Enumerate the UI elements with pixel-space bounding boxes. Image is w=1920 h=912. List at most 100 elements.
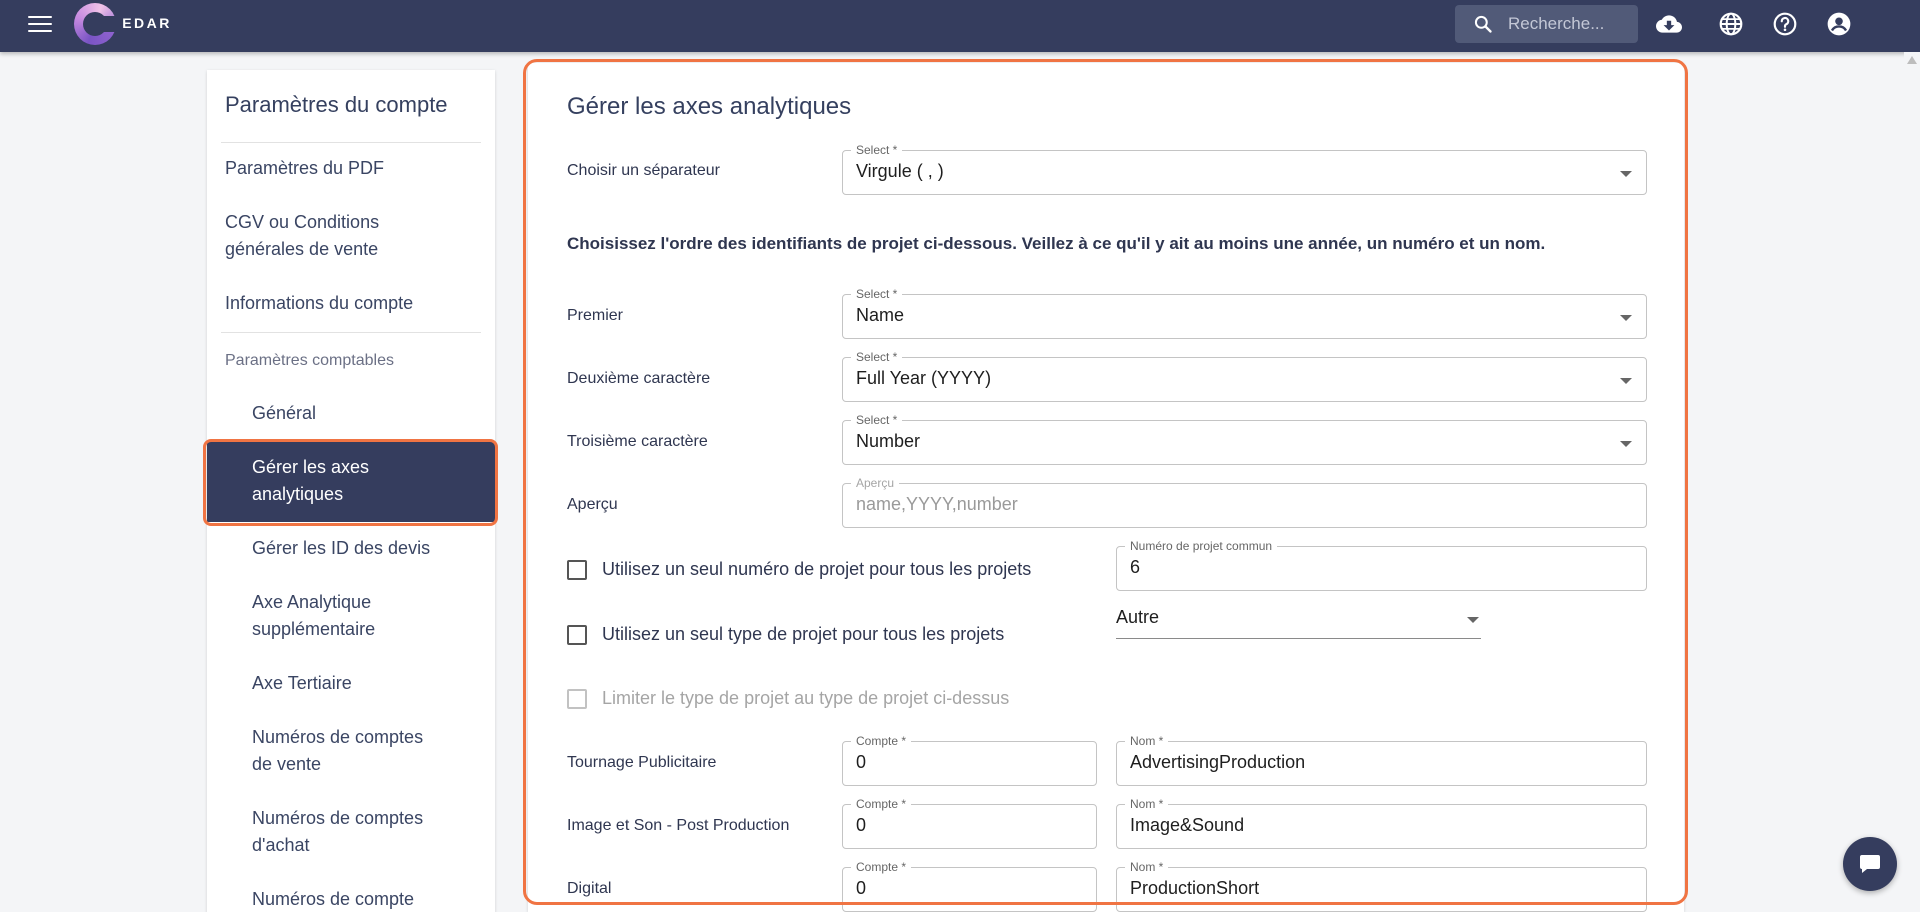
nav-item-label: Général (252, 403, 317, 423)
field-value: 0 (856, 878, 867, 898)
nom-input[interactable]: Nom * AdvertisingProduction (1116, 734, 1647, 786)
project-type-label: Tournage Publicitaire (567, 754, 717, 771)
nav-item-account-info[interactable]: Informations du compte (225, 290, 413, 317)
field-legend: Aperçu (851, 476, 900, 490)
chedar-logo-icon (74, 3, 120, 45)
globe-icon[interactable] (1718, 11, 1744, 37)
single-type-checkbox[interactable] (567, 625, 587, 645)
nav-item-cgv[interactable]: CGV ou Conditions générales de vente (225, 209, 379, 263)
field-value: 0 (856, 815, 867, 835)
field-value: Full Year (YYYY) (856, 368, 992, 388)
nav-item-label: supplémentaire (252, 619, 376, 639)
field-legend: Compte * (851, 797, 912, 811)
scroll-up-icon[interactable] (1907, 56, 1917, 96)
limit-type-label: Limiter le type de projet au type de pro… (602, 688, 1010, 708)
nav-item-quote-ids[interactable]: Gérer les ID des devis (252, 535, 430, 562)
page-scrollbar[interactable] (1904, 52, 1920, 912)
field-value: 0 (856, 752, 867, 772)
nav-item-label: Informations du compte (225, 293, 414, 313)
single-type-label: Utilisez un seul type de projet pour tou… (602, 624, 1005, 644)
nom-input[interactable]: Nom * Image&Sound (1116, 797, 1647, 849)
nav-item-label: CGV ou Conditions (225, 212, 380, 232)
nav-section-label: Paramètres comptables (225, 352, 394, 369)
nav-item-label: d'achat (252, 835, 310, 855)
chevron-down-icon (1620, 171, 1632, 177)
chevron-down-icon (1467, 617, 1479, 623)
third-label: Troisième caractère (567, 433, 708, 450)
nav-item-extra-analytic-axis[interactable]: Axe Analytique supplémentaire (252, 589, 375, 643)
project-type-select[interactable]: Autre (1116, 603, 1481, 639)
nav-item-label: Numéros de comptes (252, 808, 424, 828)
field-legend: Select * (851, 350, 903, 364)
field-value: 6 (1130, 557, 1141, 577)
search-input[interactable] (1508, 5, 1633, 43)
nav-item-label: Axe Tertiaire (252, 673, 352, 693)
nav-item-account-numbers[interactable]: Numéros de compte (252, 886, 414, 912)
search-box[interactable] (1455, 5, 1638, 43)
field-legend: Nom * (1125, 797, 1169, 811)
help-icon[interactable] (1772, 11, 1798, 37)
project-type-label: Digital (567, 880, 612, 897)
separator-select[interactable]: Select * Virgule ( , ) (842, 143, 1647, 195)
first-label: Premier (567, 307, 624, 324)
field-value: Virgule ( , ) (856, 161, 944, 181)
separator-label: Choisir un séparateur (567, 162, 720, 179)
common-project-number-input[interactable]: Numéro de projet commun 6 (1116, 539, 1647, 591)
nav-item-pdf-settings[interactable]: Paramètres du PDF (225, 155, 384, 182)
field-legend: Numéro de projet commun (1125, 539, 1278, 553)
nav-item-label: Axe Analytique (252, 592, 372, 612)
single-number-label: Utilisez un seul numéro de projet pour t… (602, 559, 1032, 579)
field-legend: Compte * (851, 734, 912, 748)
nav-divider (221, 332, 481, 333)
project-type-label: Image et Son - Post Production (567, 817, 790, 834)
field-value: name,YYYY,number (856, 494, 1018, 514)
field-value: Image&Sound (1130, 815, 1245, 835)
chat-icon (1860, 855, 1880, 873)
page-title: Gérer les axes analytiques (567, 93, 852, 120)
field-legend: Select * (851, 287, 903, 301)
compte-input[interactable]: Compte * 0 (842, 797, 1097, 849)
compte-input[interactable]: Compte * 0 (842, 734, 1097, 786)
nav-item-label: générales de vente (225, 239, 379, 259)
chevron-down-icon (1620, 378, 1632, 384)
field-value: Number (856, 431, 921, 451)
chevron-down-icon (1620, 315, 1632, 321)
nav-title: Paramètres du compte (225, 92, 448, 117)
second-select[interactable]: Select * Full Year (YYYY) (842, 350, 1647, 402)
active-highlight-outline (203, 439, 498, 526)
nav-item-tertiary-axis[interactable]: Axe Tertiaire (252, 670, 352, 697)
field-value: ProductionShort (1130, 878, 1260, 898)
compte-input[interactable]: Compte * 0 (842, 860, 1097, 912)
nav-item-sales-accounts[interactable]: Numéros de comptes de vente (252, 724, 423, 778)
field-legend: Compte * (851, 860, 912, 874)
top-app-bar: CHEDAR (0, 0, 1920, 52)
search-icon (1474, 15, 1492, 33)
field-value: AdvertisingProduction (1130, 752, 1306, 772)
nav-item-label: Numéros de comptes (252, 727, 424, 747)
chat-button[interactable] (1843, 837, 1897, 891)
order-instruction: Choisissez l'ordre des identifiants de p… (567, 234, 1546, 253)
field-value: Name (856, 305, 905, 325)
account-icon[interactable] (1826, 11, 1852, 37)
menu-icon[interactable] (28, 16, 52, 34)
single-number-checkbox[interactable] (567, 560, 587, 580)
cloud-download-icon[interactable] (1656, 11, 1682, 37)
third-select[interactable]: Select * Number (842, 413, 1647, 465)
nav-divider (221, 142, 481, 143)
nav-item-label: de vente (252, 754, 322, 774)
second-label: Deuxième caractère (567, 370, 711, 387)
field-legend: Nom * (1125, 860, 1169, 874)
nav-item-purchase-accounts[interactable]: Numéros de comptes d'achat (252, 805, 423, 859)
analytic-axes-panel: Gérer les axes analytiques Choisir un sé… (528, 63, 1684, 912)
field-legend: Select * (851, 413, 903, 427)
nav-item-label: Paramètres du PDF (225, 158, 385, 178)
chevron-down-icon (1620, 441, 1632, 447)
field-legend: Nom * (1125, 734, 1169, 748)
field-value: Autre (1116, 607, 1160, 627)
limit-type-checkbox (567, 689, 587, 709)
nom-input[interactable]: Nom * ProductionShort (1116, 860, 1647, 912)
first-select[interactable]: Select * Name (842, 287, 1647, 339)
nav-item-label: Numéros de compte (252, 889, 415, 909)
nav-item-label: Gérer les ID des devis (252, 538, 431, 558)
nav-item-general[interactable]: Général (252, 400, 316, 427)
